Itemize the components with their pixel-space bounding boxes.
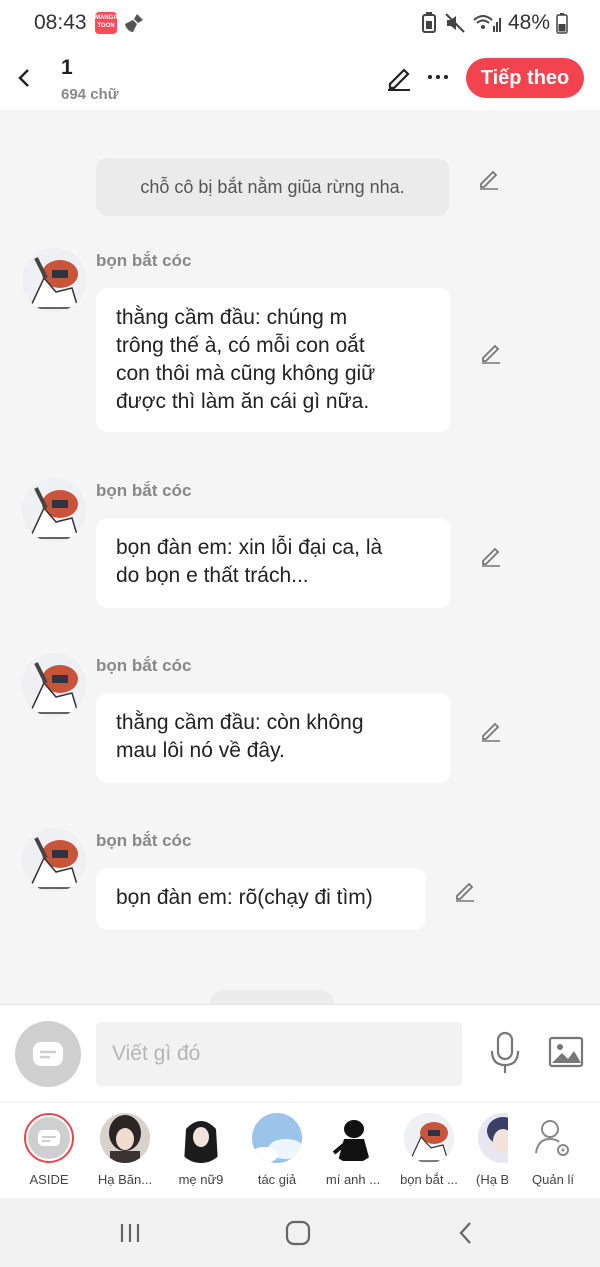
- partial-narration-bubble[interactable]: [210, 990, 334, 1004]
- speaker-name: bọn bắt cóc: [96, 481, 192, 500]
- robot-avatar-icon: [22, 248, 86, 312]
- status-bar: 08:43 MANGA TOON 48%: [0, 0, 600, 46]
- character-label: mí anh ...: [325, 1172, 381, 1187]
- battery-saver-icon: [421, 12, 436, 33]
- woman-avatar-icon: [176, 1113, 226, 1163]
- home-icon[interactable]: [281, 1216, 315, 1250]
- girl-avatar-icon: [100, 1113, 150, 1163]
- avatar: [176, 1113, 226, 1163]
- character-label: bọn bắt ...: [400, 1172, 458, 1187]
- character-item[interactable]: Hạ Băn...: [88, 1113, 162, 1187]
- battery-icon: [556, 13, 568, 34]
- manage-characters-button[interactable]: Quản lí: [516, 1113, 590, 1187]
- chat-area[interactable]: chỗ cô bị bắt nằm giũa rừng nha. bọn bắt…: [0, 110, 600, 1004]
- aside-toggle-button[interactable]: [15, 1021, 81, 1087]
- character-picker: ASIDE Hạ Băn... mẹ nữ9 tác giả mí anh ..…: [0, 1102, 600, 1198]
- more-options-icon[interactable]: [424, 62, 452, 92]
- aside-avatar: [24, 1113, 74, 1163]
- wifi-signal-icon: [473, 15, 501, 32]
- editor-header: 1 694 chữ Tiếp theo: [0, 46, 600, 110]
- character-item[interactable]: (Hạ B: [468, 1113, 508, 1187]
- aside-icon: [28, 1117, 70, 1159]
- broom-icon: [125, 14, 143, 32]
- robot-avatar-icon: [404, 1113, 454, 1163]
- character-item[interactable]: tác giả: [240, 1113, 314, 1187]
- system-nav-bar: [0, 1198, 600, 1267]
- status-time: 08:43: [34, 11, 87, 34]
- character-item[interactable]: mí anh ...: [316, 1113, 390, 1187]
- edit-message-icon[interactable]: [478, 340, 504, 366]
- character-label: ASIDE: [29, 1172, 69, 1187]
- edit-message-icon[interactable]: [476, 166, 502, 192]
- boy-avatar-icon: [328, 1113, 378, 1163]
- speaker-name: bọn bắt cóc: [96, 831, 192, 850]
- sky-avatar-icon: [252, 1113, 302, 1163]
- character-label: (Hạ B: [476, 1172, 508, 1187]
- avatar: [404, 1113, 454, 1163]
- recent-apps-icon[interactable]: [113, 1216, 147, 1250]
- back-nav-icon[interactable]: [449, 1216, 483, 1250]
- character-aside[interactable]: ASIDE: [12, 1113, 86, 1187]
- character-label: mẹ nữ9: [178, 1172, 224, 1187]
- char-count: 694 chữ: [61, 86, 119, 103]
- edit-pencil-icon[interactable]: [384, 62, 414, 92]
- manage-avatar: [528, 1113, 578, 1163]
- mute-icon: [445, 13, 465, 33]
- character-label: tác giả: [257, 1172, 297, 1187]
- avatar: [328, 1113, 378, 1163]
- manage-user-icon: [535, 1120, 569, 1156]
- image-icon[interactable]: [548, 1035, 584, 1069]
- avatar[interactable]: [22, 653, 86, 717]
- avatar[interactable]: [22, 248, 86, 312]
- avatar: [478, 1113, 508, 1163]
- robot-avatar-icon: [22, 478, 86, 542]
- robot-avatar-icon: [22, 653, 86, 717]
- status-indicators: 48%: [420, 11, 568, 35]
- chapter-title: 1: [61, 56, 73, 79]
- message-icon: [33, 1042, 63, 1066]
- avatar: [100, 1113, 150, 1163]
- message-bubble[interactable]: bọn đàn em: rõ(chạy đi tìm): [96, 868, 426, 930]
- character-label: Quản lí: [532, 1172, 574, 1187]
- edit-message-icon[interactable]: [478, 718, 504, 744]
- battery-percent: 48%: [507, 11, 550, 34]
- avatar: [252, 1113, 302, 1163]
- compose-bar: [0, 1004, 600, 1102]
- edit-message-icon[interactable]: [452, 878, 478, 904]
- microphone-icon[interactable]: [488, 1031, 522, 1075]
- avatar[interactable]: [22, 828, 86, 892]
- message-bubble[interactable]: thằng cầm đầu: còn không mau lôi nó về đ…: [96, 693, 451, 783]
- character-label: Hạ Băn...: [97, 1172, 153, 1187]
- anime-avatar-icon: [478, 1113, 508, 1163]
- mangatoon-app-icon: MANGA TOON: [95, 12, 118, 34]
- message-input[interactable]: [96, 1022, 462, 1086]
- edit-message-icon[interactable]: [478, 543, 504, 569]
- next-button[interactable]: Tiếp theo: [466, 58, 584, 98]
- speaker-name: bọn bắt cóc: [96, 251, 192, 270]
- speaker-name: bọn bắt cóc: [96, 656, 192, 675]
- robot-avatar-icon: [22, 828, 86, 892]
- character-item[interactable]: mẹ nữ9: [164, 1113, 238, 1187]
- avatar[interactable]: [22, 478, 86, 542]
- character-item[interactable]: bọn bắt ...: [392, 1113, 466, 1187]
- message-bubble[interactable]: thằng cầm đầu: chúng m trông thế à, có m…: [96, 288, 451, 432]
- narration-bubble[interactable]: chỗ cô bị bắt nằm giũa rừng nha.: [96, 158, 449, 216]
- back-arrow-icon[interactable]: [10, 60, 38, 96]
- message-bubble[interactable]: bọn đàn em: xin lỗi đại ca, là do bọn e …: [96, 518, 451, 608]
